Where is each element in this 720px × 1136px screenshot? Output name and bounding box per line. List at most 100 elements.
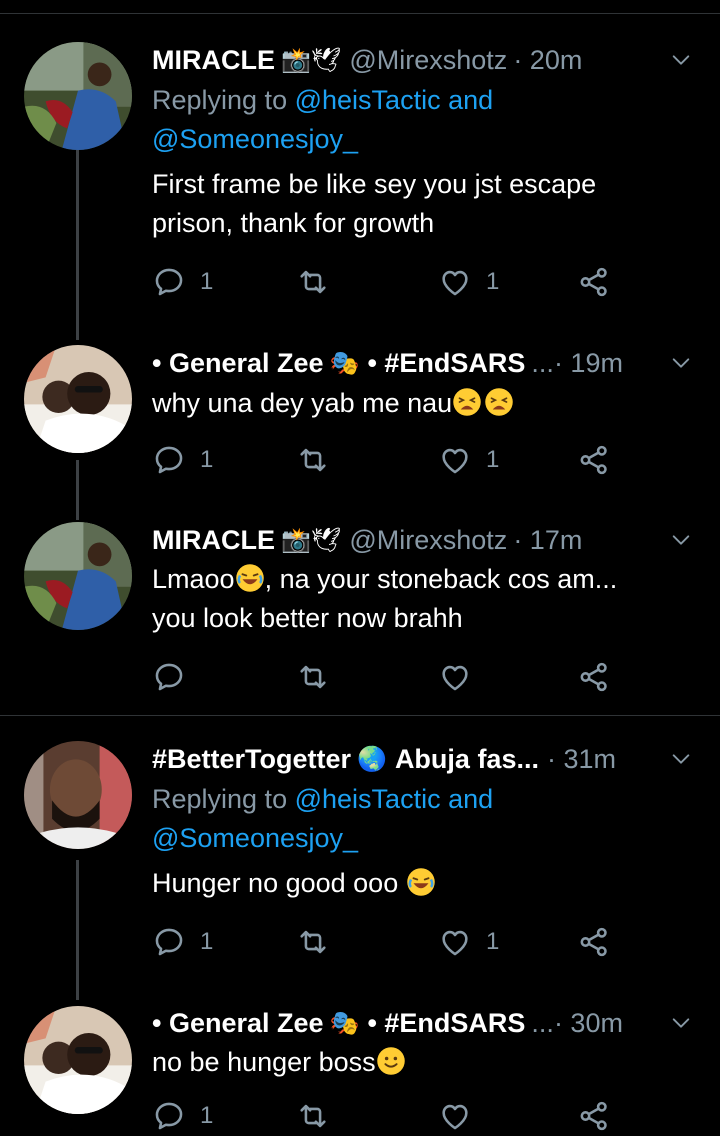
share-button[interactable] [577,922,611,962]
reply-count: 1 [200,268,214,295]
heart-icon [438,660,472,694]
tweet-text-line: First frame be like sey you jst escape [152,169,597,199]
reply-count: 1 [200,446,214,473]
laughing-face-icon [406,867,436,897]
tweet-text-line: prison, thank for growth [152,208,435,238]
action-bar: 1 1 [152,440,690,480]
avatar[interactable] [24,1006,132,1114]
avatar[interactable] [24,42,132,150]
share-button[interactable] [577,657,611,697]
retweet-button[interactable] [296,922,330,962]
weary-face-icon [484,387,514,417]
like-button[interactable]: 1 [438,262,499,302]
like-button[interactable] [438,1096,472,1136]
share-button[interactable] [577,1096,611,1136]
tweet[interactable]: • General Zee 🎭 • #EndSARS ... · 19m why… [0,330,720,500]
mention-link[interactable]: @Someonesjoy_ [152,823,358,853]
chevron-down-icon[interactable] [670,748,692,770]
tweet-text: no be hunger boss [152,1043,690,1082]
tweet-text-line: you look better now brahh [152,603,463,633]
name-emojis: 🎭 [329,349,360,377]
retweet-button[interactable] [296,440,330,480]
tweet-text: why una dey yab me nau [152,384,690,423]
display-name[interactable]: #BetterTogetter [152,744,351,775]
display-name[interactable]: • General Zee [152,348,324,379]
tweet-header: #BetterTogetter 🌏 Abuja fas... · 31m [152,741,660,777]
tweet[interactable]: MIRACLE 📸🕊 @Mirexshotz · 20m Replying to… [0,0,720,330]
heart-icon [438,443,472,477]
action-bar [152,657,690,697]
name-emojis: 🎭 [329,1009,360,1037]
mention-link[interactable]: @heisTactic and [295,784,494,814]
share-icon [577,660,611,694]
tweet-header: • General Zee 🎭 • #EndSARS ... · 19m [152,345,660,381]
tweet-header: MIRACLE 📸🕊 @Mirexshotz · 17m [152,522,660,558]
like-button[interactable]: 1 [438,922,499,962]
action-bar: 1 [152,1096,690,1136]
avatar[interactable] [24,522,132,630]
name-truncation: ... [531,347,554,378]
avatar[interactable] [24,741,132,849]
retweet-icon [296,925,330,959]
chevron-down-icon[interactable] [670,352,692,374]
reply-button[interactable]: 1 [152,1096,213,1136]
retweet-icon [296,443,330,477]
timestamp: · 17m [513,524,583,555]
share-icon [577,443,611,477]
retweet-button[interactable] [296,1096,330,1136]
tweet-text: Hunger no good ooo [152,864,690,903]
reply-icon [152,660,186,694]
tweet-text-line: no be hunger boss [152,1047,376,1077]
retweet-icon [296,265,330,299]
tweet-header: • General Zee 🎭 • #EndSARS ... · 30m [152,1005,660,1041]
avatar[interactable] [24,345,132,453]
mention-link[interactable]: @heisTactic and [295,85,494,115]
retweet-button[interactable] [296,657,330,697]
name-tag: • #EndSARS [367,347,526,378]
tweet-text-line: why una dey yab me nau [152,388,453,418]
reply-button[interactable]: 1 [152,262,213,302]
like-button[interactable]: 1 [438,440,499,480]
action-bar: 1 1 [152,922,690,962]
tweet[interactable]: MIRACLE 📸🕊 @Mirexshotz · 17m Lmaoo , na y… [0,500,720,715]
share-button[interactable] [577,262,611,302]
reply-icon [152,265,186,299]
replying-prefix: Replying to [152,85,288,115]
timestamp: · 19m [553,347,623,378]
timestamp: · 31m [546,743,616,774]
chevron-down-icon[interactable] [670,529,692,551]
user-handle[interactable]: @Mirexshotz [349,525,507,556]
chevron-down-icon[interactable] [670,1012,692,1034]
reply-icon [152,443,186,477]
reply-button[interactable]: 1 [152,440,213,480]
user-location: Abuja fas... [394,743,539,774]
name-emojis: 📸🕊 [281,526,342,554]
chevron-down-icon[interactable] [670,49,692,71]
tweet-text: Lmaoo , na your stoneback cos am... you l… [152,560,690,638]
laughing-face-icon [235,563,265,593]
retweet-icon [296,1099,330,1133]
reply-count: 1 [200,1102,214,1129]
user-handle[interactable]: @Mirexshotz [349,45,507,76]
replying-to: Replying to @heisTactic and @Someonesjoy… [152,81,690,159]
like-count: 1 [486,268,500,295]
reply-button[interactable] [152,657,186,697]
tweet-text-line: , na your stoneback cos am... [264,564,618,594]
tweet-text-line: Lmaoo [152,564,235,594]
retweet-button[interactable] [296,262,330,302]
retweet-icon [296,660,330,694]
display-name[interactable]: MIRACLE [152,45,275,76]
tweet[interactable]: • General Zee 🎭 • #EndSARS ... · 30m no … [0,996,720,1132]
reply-button[interactable]: 1 [152,922,213,962]
replying-to: Replying to @heisTactic and @Someonesjoy… [152,780,690,858]
timestamp: · 30m [553,1007,623,1038]
heart-icon [438,1099,472,1133]
like-count: 1 [486,446,500,473]
display-name[interactable]: • General Zee [152,1008,324,1039]
timestamp: · 20m [513,44,583,75]
like-button[interactable] [438,657,472,697]
share-button[interactable] [577,440,611,480]
display-name[interactable]: MIRACLE [152,525,275,556]
mention-link[interactable]: @Someonesjoy_ [152,124,358,154]
tweet[interactable]: #BetterTogetter 🌏 Abuja fas... · 31m Rep… [0,716,720,996]
